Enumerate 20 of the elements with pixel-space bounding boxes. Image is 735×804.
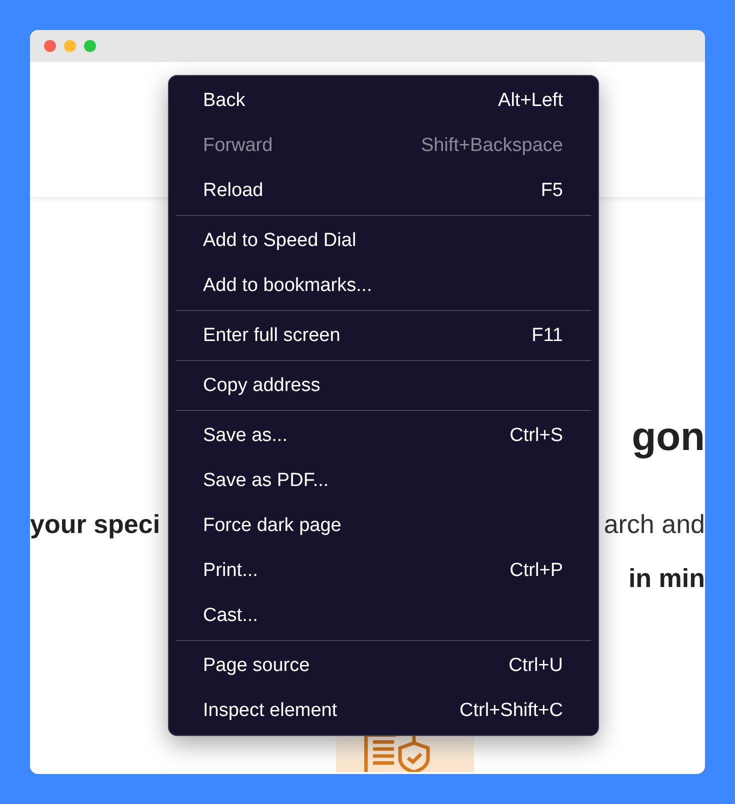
close-button[interactable] bbox=[44, 40, 56, 52]
maximize-button[interactable] bbox=[84, 40, 96, 52]
menu-item[interactable]: Print... Ctrl+P bbox=[176, 548, 591, 593]
menu-item[interactable]: Enter full screen F11 bbox=[176, 313, 591, 358]
menu-item[interactable]: Page source Ctrl+U bbox=[176, 643, 591, 688]
menu-item[interactable]: Add to Speed Dial bbox=[176, 218, 591, 263]
page-text: your speci bbox=[30, 508, 160, 540]
page-text: in min bbox=[628, 562, 705, 594]
minimize-button[interactable] bbox=[64, 40, 76, 52]
menu-item[interactable]: Cast... bbox=[176, 593, 591, 638]
menu-item[interactable]: Add to bookmarks... bbox=[176, 263, 591, 308]
menu-item[interactable]: Back Alt+Left bbox=[176, 78, 591, 123]
menu-item[interactable]: Save as... Ctrl+S bbox=[176, 413, 591, 458]
menu-item[interactable]: Inspect element Ctrl+Shift+C bbox=[176, 688, 591, 733]
menu-item[interactable]: Save as PDF... bbox=[176, 458, 591, 503]
menu-item[interactable]: Reload F5 bbox=[176, 168, 591, 213]
page-heading: gon bbox=[632, 414, 705, 460]
page-text: arch and bbox=[604, 508, 705, 540]
menu-item[interactable]: Force dark page bbox=[176, 503, 591, 548]
menu-item[interactable]: Copy address bbox=[176, 363, 591, 408]
